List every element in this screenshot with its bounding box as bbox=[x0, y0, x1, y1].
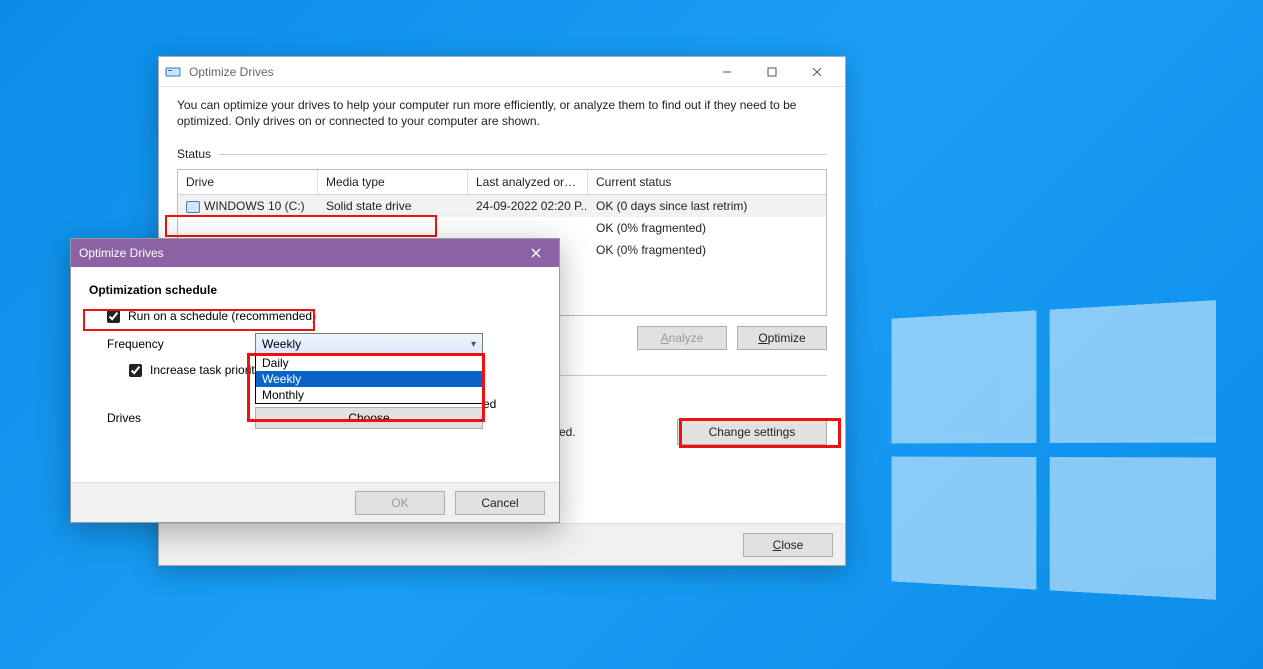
schedule-dialog: Optimize Drives Optimization schedule Ru… bbox=[70, 238, 560, 523]
table-row[interactable]: WINDOWS 10 (C:) Solid state drive 24-09-… bbox=[178, 195, 826, 217]
dialog-heading: Optimization schedule bbox=[89, 283, 541, 297]
drives-label: Drives bbox=[107, 411, 255, 425]
change-settings-button[interactable]: Change settings bbox=[677, 419, 827, 445]
frequency-combobox[interactable]: Weekly ▾ bbox=[255, 333, 483, 355]
freq-option-daily[interactable]: Daily bbox=[256, 355, 482, 371]
chevron-down-icon: ▾ bbox=[471, 339, 476, 350]
col-drive[interactable]: Drive bbox=[178, 170, 318, 194]
partial-text: ed. bbox=[559, 425, 576, 439]
dialog-close-button[interactable] bbox=[521, 240, 551, 266]
increase-priority-checkbox[interactable] bbox=[129, 364, 142, 377]
ok-button[interactable]: OK bbox=[355, 491, 445, 515]
app-icon bbox=[165, 64, 181, 80]
frequency-dropdown-list: Daily Weekly Monthly bbox=[255, 354, 483, 404]
freq-option-weekly[interactable]: Weekly bbox=[256, 371, 482, 387]
intro-text: You can optimize your drives to help you… bbox=[177, 97, 827, 129]
freq-option-monthly[interactable]: Monthly bbox=[256, 387, 482, 403]
partial-ed-text: ed bbox=[483, 397, 496, 411]
optimize-button[interactable]: Optimize bbox=[737, 326, 827, 350]
drive-icon bbox=[186, 201, 200, 213]
choose-drives-button[interactable]: Choose bbox=[255, 407, 483, 429]
close-main-button[interactable]: Close bbox=[743, 533, 833, 557]
cancel-button[interactable]: Cancel bbox=[455, 491, 545, 515]
dialog-titlebar: Optimize Drives bbox=[71, 239, 559, 267]
col-status[interactable]: Current status bbox=[588, 170, 826, 194]
col-media[interactable]: Media type bbox=[318, 170, 468, 194]
maximize-button[interactable] bbox=[749, 58, 794, 86]
table-row[interactable]: OK (0% fragmented) bbox=[178, 217, 826, 239]
analyze-button[interactable]: Analyze bbox=[637, 326, 727, 350]
frequency-selected: Weekly bbox=[262, 337, 301, 351]
frequency-label: Frequency bbox=[107, 333, 255, 351]
minimize-button[interactable] bbox=[704, 58, 749, 86]
col-last[interactable]: Last analyzed or o... bbox=[468, 170, 588, 194]
windows-logo bbox=[891, 300, 1216, 600]
table-header: Drive Media type Last analyzed or o... C… bbox=[178, 170, 826, 195]
dialog-title: Optimize Drives bbox=[79, 246, 521, 260]
run-schedule-label: Run on a schedule (recommended) bbox=[128, 309, 316, 323]
window-title: Optimize Drives bbox=[189, 65, 704, 79]
close-button[interactable] bbox=[794, 58, 839, 86]
run-schedule-checkbox[interactable] bbox=[107, 310, 120, 323]
status-label: Status bbox=[177, 147, 211, 161]
increase-priority-label: Increase task priority, bbox=[150, 363, 263, 377]
titlebar: Optimize Drives bbox=[159, 57, 845, 87]
